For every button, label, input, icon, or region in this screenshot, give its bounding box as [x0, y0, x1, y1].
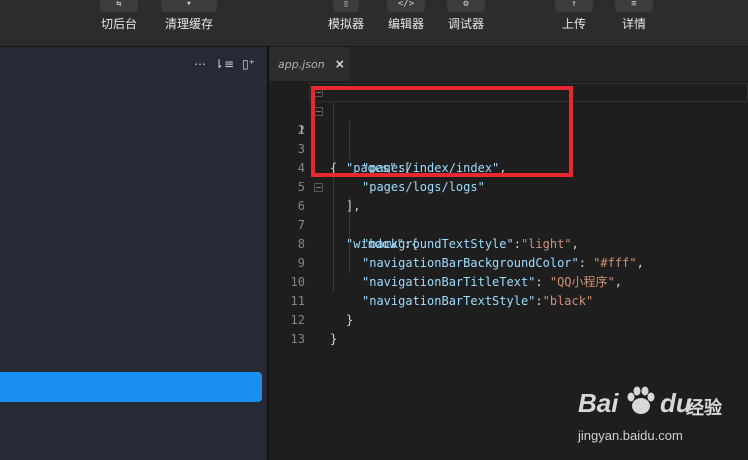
debugger-button[interactable]: ⚙ 调试器	[446, 0, 486, 46]
code-line: 8 "navigationBarBackgroundColor": "#fff"…	[269, 216, 748, 270]
more-icon[interactable]: ⋯	[194, 57, 206, 71]
toolbar: ⇆ 切后台 ▾ 清理缓存 ▯ 模拟器 </> 编辑器 ⚙ 调试器 ↑ 上传 ≡ …	[0, 0, 748, 47]
switch-background-label: 切后台	[100, 17, 137, 31]
details-icon: ≡	[615, 0, 653, 12]
code-line: 10 "navigationBarTextStyle":"black"	[269, 254, 748, 308]
code-line: 12 }	[269, 292, 748, 346]
tab-app-json[interactable]: app.json ×	[269, 47, 349, 81]
editor-button[interactable]: </> 编辑器	[386, 0, 426, 46]
watermark-url: jingyan.baidu.com	[578, 428, 683, 443]
split-icon[interactable]: ▯⁺	[242, 57, 255, 71]
file-explorer-panel: ⋯ ⇂≡ ▯⁺	[0, 47, 267, 460]
editor-tab-bar: app.json ×	[269, 47, 748, 81]
debugger-label: 调试器	[447, 17, 484, 31]
switch-background-button[interactable]: ⇆ 切后台	[96, 0, 142, 46]
close-icon[interactable]: ×	[335, 57, 345, 71]
clear-cache-button[interactable]: ▾ 清理缓存	[161, 0, 217, 46]
line-number: 13	[290, 332, 305, 346]
annotation-highlight-box	[311, 86, 573, 177]
baidu-jingyan-watermark: Bai du 经验 jingyan.baidu.com	[578, 378, 748, 458]
upload-label: 上传	[561, 17, 586, 31]
simulator-label: 模拟器	[327, 17, 364, 31]
sort-icon[interactable]: ⇂≡	[214, 57, 234, 71]
editor-label: 编辑器	[387, 17, 424, 31]
details-label: 详情	[621, 17, 646, 31]
code-line: 9 "navigationBarTitleText": "QQ小程序",	[269, 235, 748, 289]
debugger-icon: ⚙	[447, 0, 485, 12]
code-line: 6 "window":{	[269, 178, 748, 251]
simulator-icon: ▯	[333, 0, 359, 12]
details-button[interactable]: ≡ 详情	[614, 0, 654, 46]
selected-file-row[interactable]	[0, 372, 262, 402]
simulator-button[interactable]: ▯ 模拟器	[326, 0, 366, 46]
explorer-header: ⋯ ⇂≡ ▯⁺	[0, 47, 267, 83]
fold-icon[interactable]	[314, 183, 323, 192]
clear-cache-icon: ▾	[161, 0, 217, 12]
clear-cache-label: 清理缓存	[164, 17, 213, 31]
editor-icon: </>	[387, 0, 425, 12]
tab-filename: app.json	[278, 57, 325, 71]
switch-background-icon: ⇆	[100, 0, 138, 12]
paw-logo-icon	[627, 386, 655, 414]
watermark-brand-cn: 经验	[686, 398, 722, 419]
upload-icon: ↑	[555, 0, 593, 12]
watermark-brand-a: Bai	[578, 388, 619, 418]
code-text: }	[330, 332, 338, 346]
code-line: 11 }	[269, 273, 748, 327]
code-line: 13	[269, 311, 748, 346]
code-line: 7 "backgroundTextStyle":"light",	[269, 197, 748, 251]
upload-button[interactable]: ↑ 上传	[554, 0, 594, 46]
